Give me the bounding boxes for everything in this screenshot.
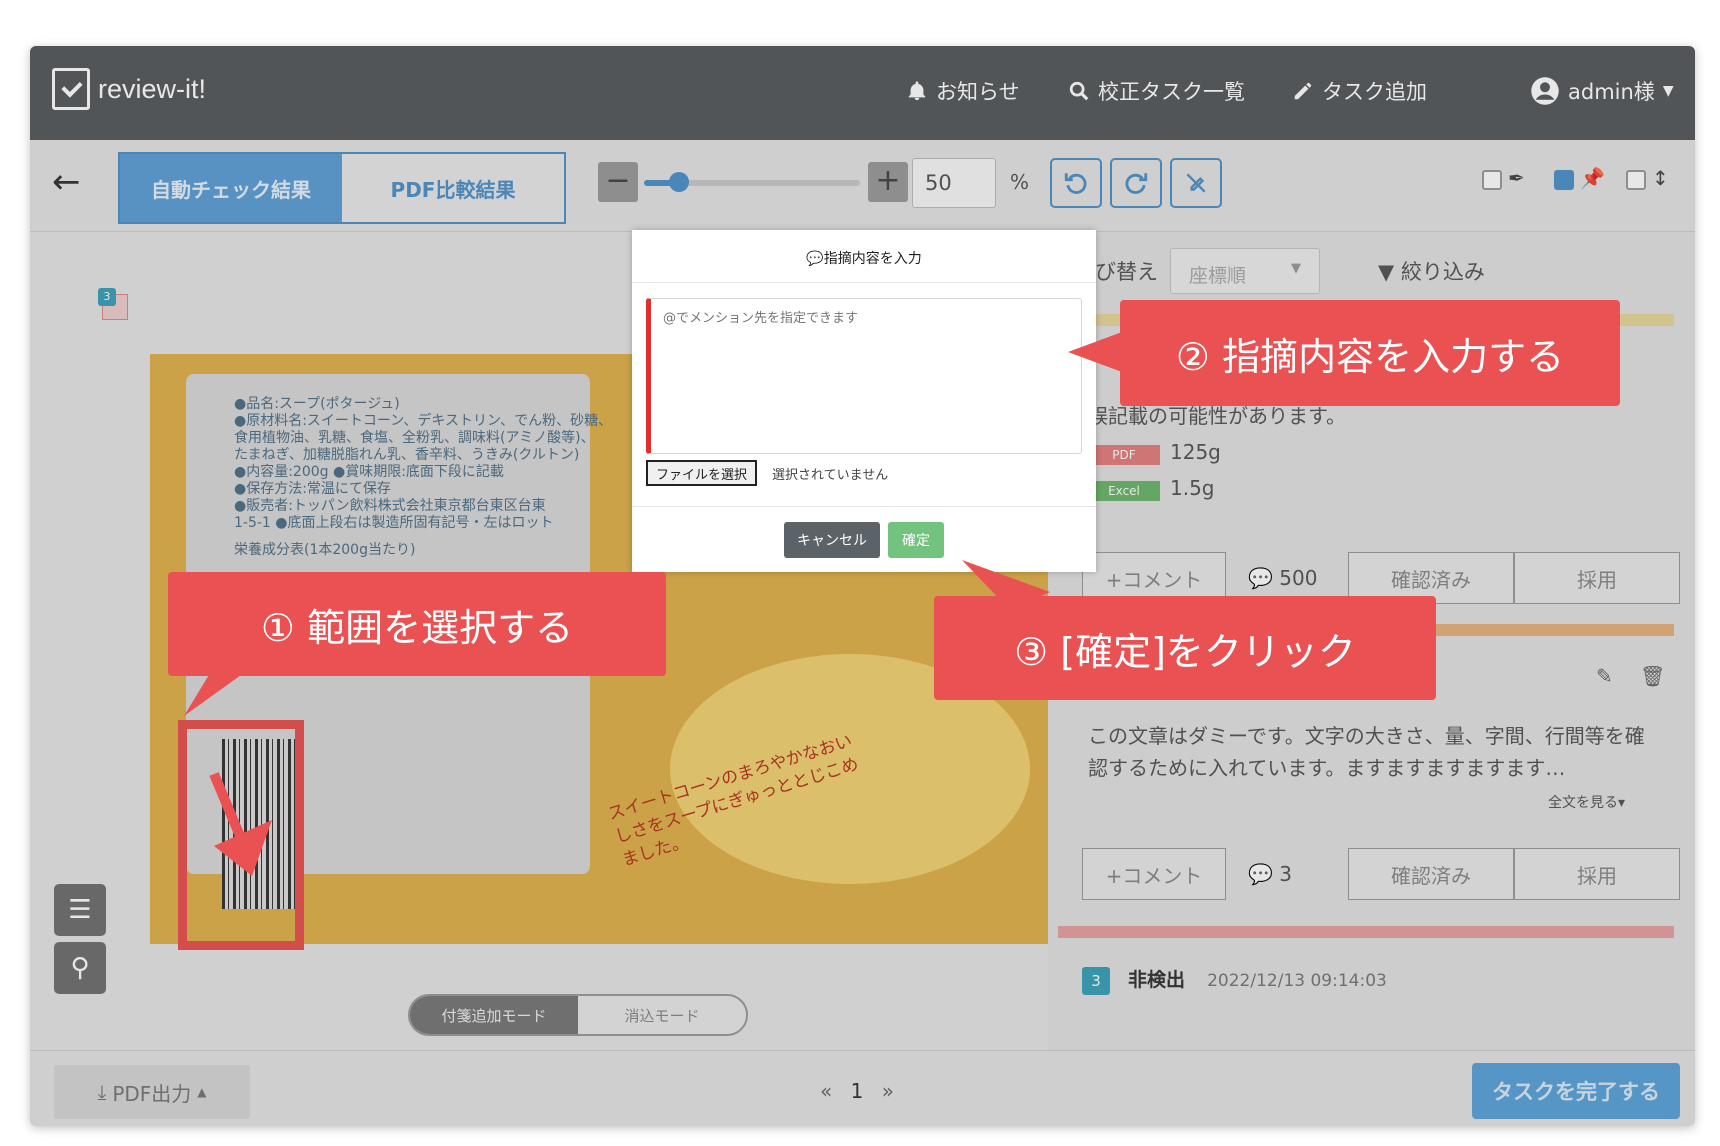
confirm-button[interactable]: 確定 xyxy=(888,522,944,558)
modal-divider xyxy=(632,282,1096,283)
modal-footer-divider xyxy=(632,506,1096,507)
callout-step1: ① 範囲を選択する xyxy=(168,572,666,676)
callout-step3: ③ [確定]をクリック xyxy=(934,596,1436,700)
callout-step2: ② 指摘内容を入力する xyxy=(1120,300,1620,406)
modal-title: 💬指摘内容を入力 xyxy=(632,248,1096,268)
comment-icon: 💬 xyxy=(806,251,824,267)
file-select-button[interactable]: ファイルを選択 xyxy=(646,460,758,486)
cancel-button[interactable]: キャンセル xyxy=(784,522,880,558)
comment-textarea[interactable] xyxy=(646,298,1082,454)
file-status: 選択されていません xyxy=(772,468,889,483)
modal-title-text: 指摘内容を入力 xyxy=(823,251,922,267)
comment-modal: 💬指摘内容を入力 ファイルを選択 選択されていません キャンセル 確定 xyxy=(632,230,1096,572)
